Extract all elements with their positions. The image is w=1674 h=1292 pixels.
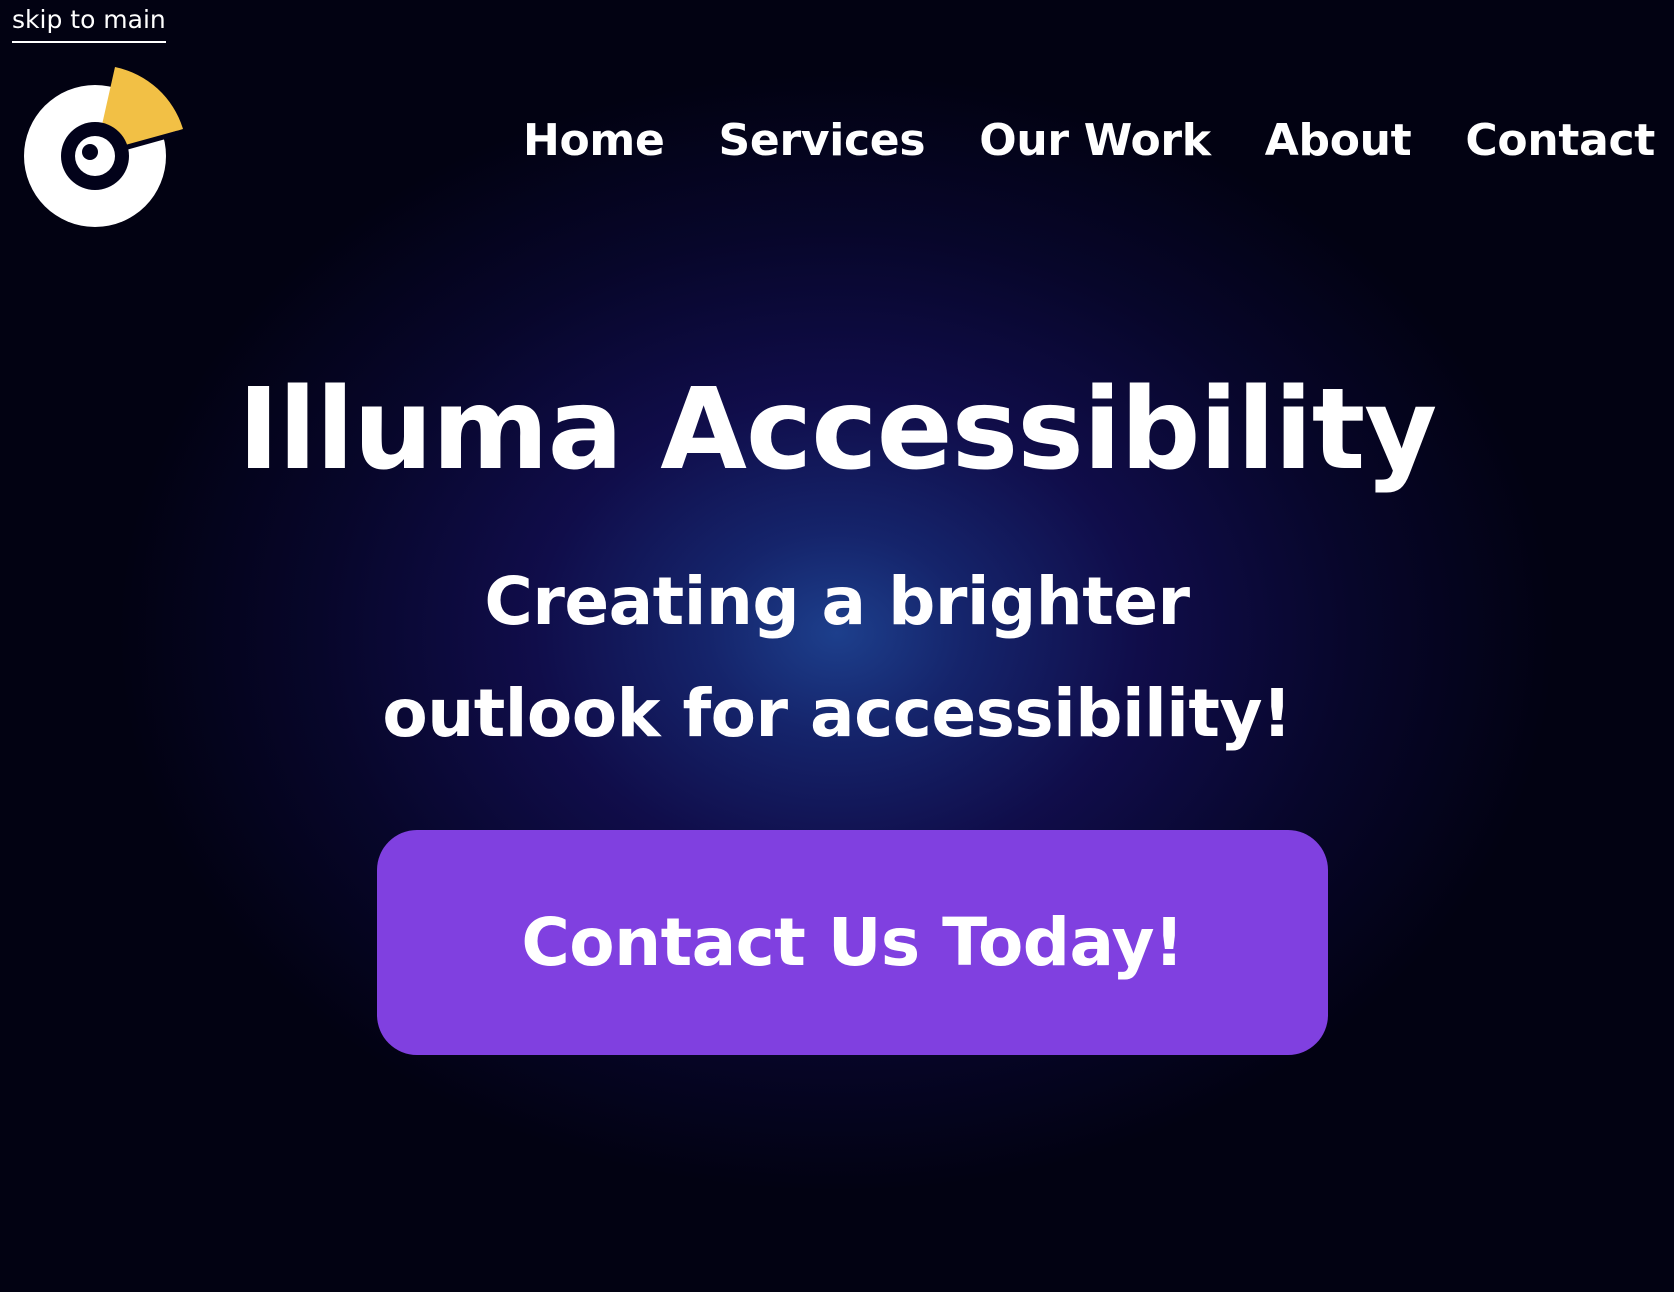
nav-link-contact[interactable]: Contact: [1465, 112, 1655, 170]
hero-tagline: Creating a brighter outlook for accessib…: [382, 563, 1292, 752]
nav-link-home[interactable]: Home: [523, 112, 665, 170]
nav-link-services[interactable]: Services: [719, 112, 926, 170]
nav-link-our-work[interactable]: Our Work: [979, 112, 1211, 170]
logo-link[interactable]: [18, 66, 186, 234]
skip-to-main-link[interactable]: skip to main: [12, 5, 166, 43]
main-nav: Home Services Our Work About Contact: [523, 112, 1655, 170]
hero-title: Illuma Accessibility: [237, 365, 1438, 495]
illuma-logo-icon: [24, 67, 183, 227]
nav-link-about[interactable]: About: [1265, 112, 1412, 170]
contact-us-button[interactable]: Contact Us Today!: [377, 830, 1328, 1055]
